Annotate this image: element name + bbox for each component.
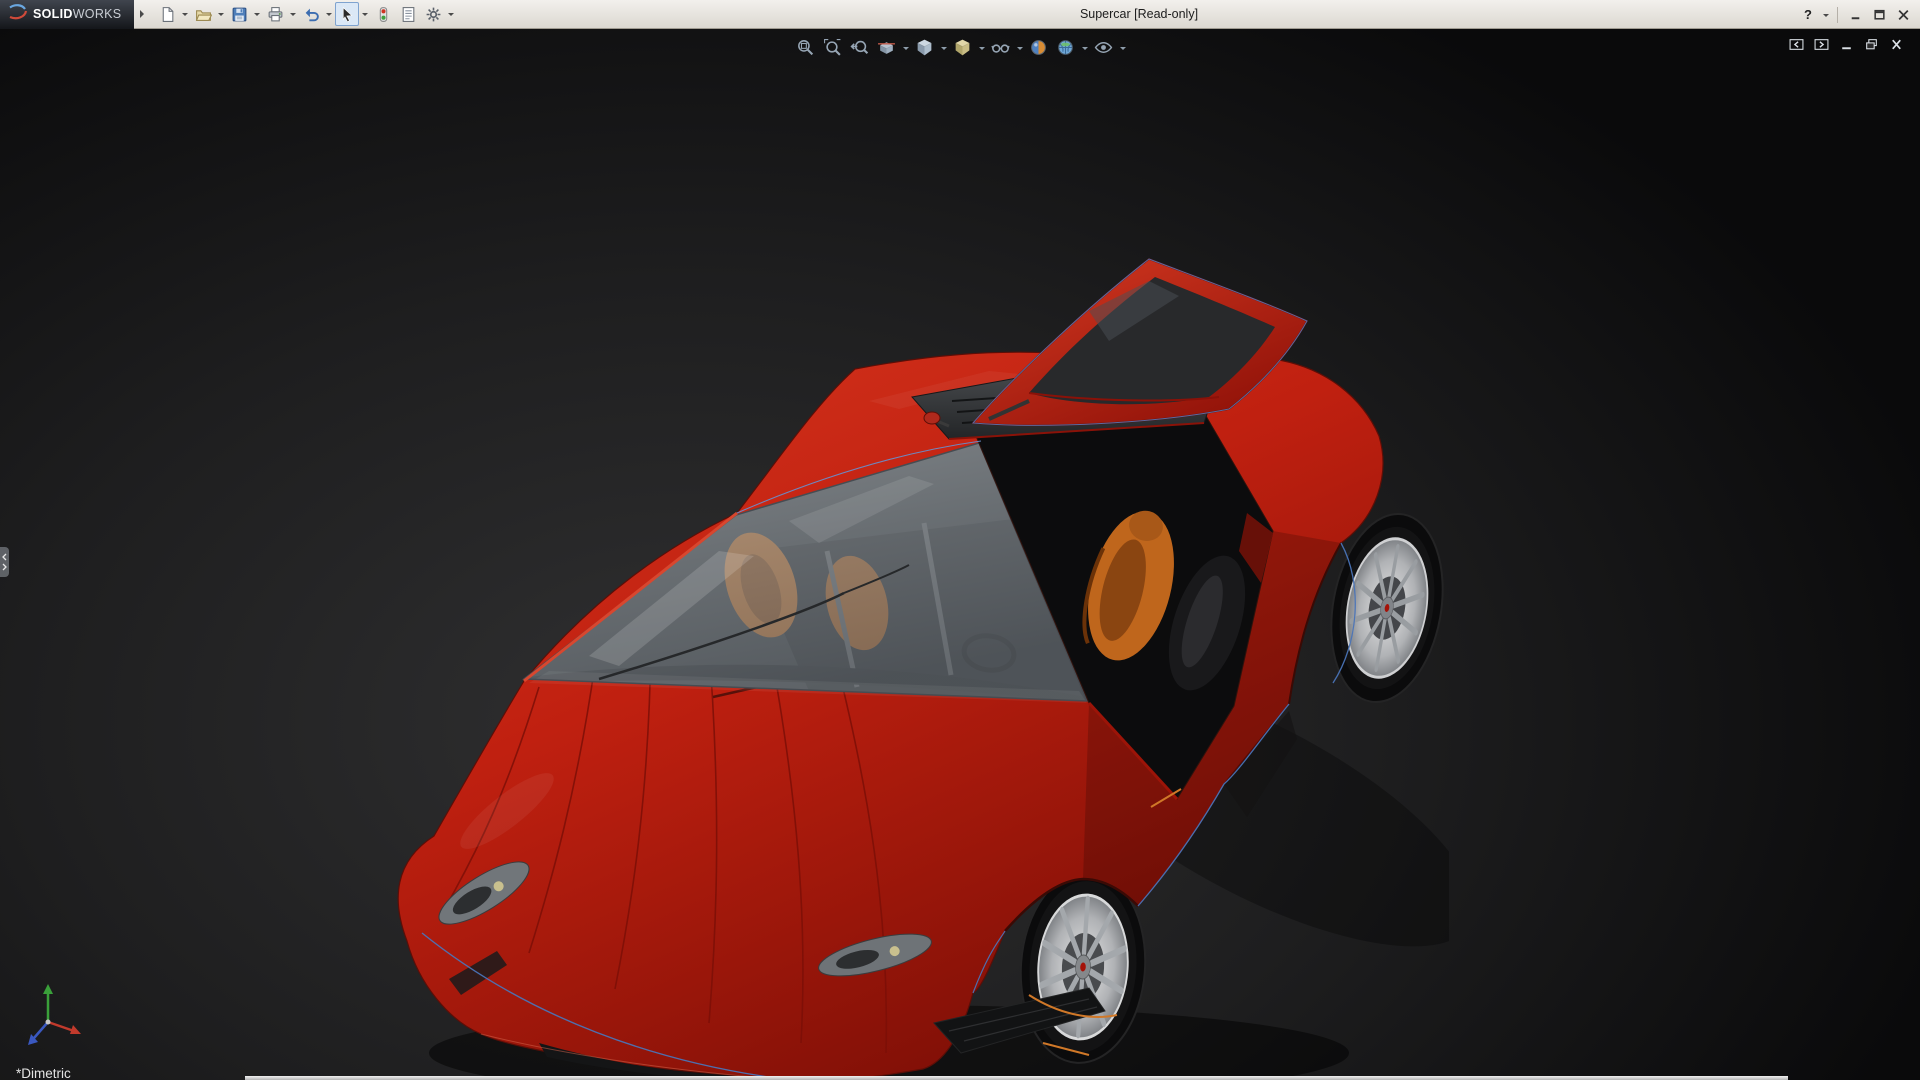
print-button[interactable] — [263, 2, 287, 26]
view-orientation-button[interactable] — [912, 35, 937, 60]
new-document-dropdown[interactable] — [180, 2, 190, 26]
close-button[interactable] — [1892, 4, 1914, 26]
section-view-button[interactable] — [874, 35, 899, 60]
options-dropdown[interactable] — [446, 2, 456, 26]
rebuild-button[interactable] — [371, 2, 395, 26]
undo-button[interactable] — [299, 2, 323, 26]
close-doc-button[interactable] — [1886, 36, 1906, 53]
solidworks-logo-icon — [7, 3, 29, 26]
save-button[interactable] — [227, 2, 251, 26]
main-toolbar — [153, 2, 456, 26]
next-window-button[interactable] — [1811, 36, 1831, 53]
edit-appearance-button[interactable] — [1026, 35, 1051, 60]
help-dropdown[interactable] — [1821, 3, 1831, 27]
separator — [1837, 7, 1838, 23]
solidworks-window: SOLIDWORKS Supercar [Read-only] ? — [0, 0, 1920, 1080]
view-settings-button[interactable] — [1091, 35, 1116, 60]
display-style-button[interactable] — [950, 35, 975, 60]
help-button[interactable]: ? — [1797, 4, 1819, 26]
select-dropdown[interactable] — [360, 2, 370, 26]
titlebar: SOLIDWORKS Supercar [Read-only] ? — [0, 0, 1920, 29]
view-orientation-dropdown[interactable] — [939, 35, 948, 60]
file-properties-button[interactable] — [396, 2, 420, 26]
options-button[interactable] — [421, 2, 445, 26]
restore-doc-button[interactable] — [1861, 36, 1881, 53]
hide-show-items-button[interactable] — [988, 35, 1013, 60]
apply-scene-dropdown[interactable] — [1080, 35, 1089, 60]
graphics-area[interactable]: *Dimetric — [0, 29, 1920, 1080]
print-dropdown[interactable] — [288, 2, 298, 26]
panel-collapse-tab[interactable] — [0, 547, 9, 577]
previous-window-button[interactable] — [1786, 36, 1806, 53]
hide-show-items-dropdown[interactable] — [1015, 35, 1024, 60]
open-document-dropdown[interactable] — [216, 2, 226, 26]
zoom-to-fit-button[interactable] — [793, 35, 818, 60]
view-settings-dropdown[interactable] — [1118, 35, 1127, 60]
help-label: ? — [1804, 7, 1812, 22]
zoom-to-area-button[interactable] — [820, 35, 845, 60]
orientation-triad[interactable] — [22, 982, 84, 1056]
previous-view-button[interactable] — [847, 35, 872, 60]
open-document-button[interactable] — [191, 2, 215, 26]
window-buttons — [1844, 4, 1914, 26]
window-title: Supercar [Read-only] — [1080, 0, 1198, 29]
undo-dropdown[interactable] — [324, 2, 334, 26]
display-style-dropdown[interactable] — [977, 35, 986, 60]
section-view-dropdown[interactable] — [901, 35, 910, 60]
brand-name: SOLIDWORKS — [33, 7, 121, 21]
car-body[interactable] — [398, 352, 1383, 1080]
minimize-doc-button[interactable] — [1836, 36, 1856, 53]
apply-scene-button[interactable] — [1053, 35, 1078, 60]
save-dropdown[interactable] — [252, 2, 262, 26]
document-window-controls — [1786, 36, 1906, 53]
taskbar-edge[interactable] — [245, 1076, 1788, 1080]
titlebar-window-controls: ? — [1797, 0, 1914, 29]
solidworks-logo: SOLIDWORKS — [0, 0, 134, 29]
view-orientation-label: *Dimetric — [16, 1066, 71, 1080]
heads-up-toolbar — [793, 35, 1127, 60]
maximize-button[interactable] — [1868, 4, 1890, 26]
select-button[interactable] — [335, 2, 359, 26]
minimize-button[interactable] — [1844, 4, 1866, 26]
supercar-3d-model[interactable] — [389, 251, 1449, 1080]
new-document-button[interactable] — [155, 2, 179, 26]
toolbar-pin-button[interactable] — [137, 3, 150, 25]
